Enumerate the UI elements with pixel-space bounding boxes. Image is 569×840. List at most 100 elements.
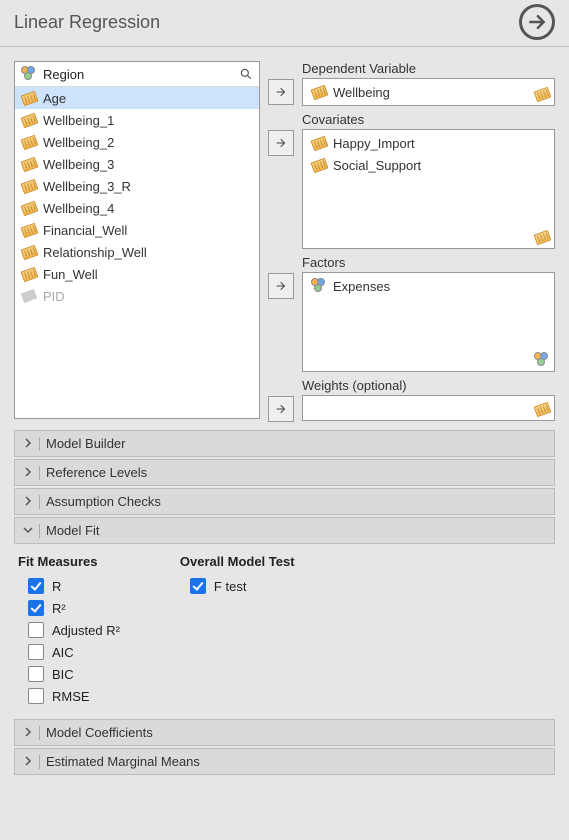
variable-item[interactable]: Wellbeing_2	[15, 131, 259, 153]
nominal-icon	[534, 352, 550, 368]
checkbox-aic[interactable]: AIC	[18, 641, 120, 663]
id-icon	[21, 288, 37, 304]
chevron-right-icon	[23, 436, 33, 451]
checkbox-label: RMSE	[52, 689, 90, 704]
variables-list[interactable]: Region Age Wellbeing_1 Wellbeing_2 Wellbein…	[14, 61, 260, 419]
divider	[39, 726, 40, 740]
checkbox-label: AIC	[52, 645, 74, 660]
factors-label: Factors	[302, 255, 555, 270]
variable-item[interactable]: Age	[15, 87, 259, 109]
slot-item[interactable]: Wellbeing	[305, 81, 552, 103]
continuous-icon	[21, 112, 37, 128]
continuous-icon	[21, 90, 37, 106]
model-fit-panel: Fit Measures R R² Adjusted R² AIC BIC RMSE Over…	[0, 546, 569, 717]
continuous-icon	[21, 156, 37, 172]
variable-name: Wellbeing_1	[43, 113, 253, 128]
variable-name: Wellbeing_3	[43, 157, 253, 172]
variable-item[interactable]: Relationship_Well	[15, 241, 259, 263]
continuous-icon	[21, 222, 37, 238]
checkbox-r-[interactable]: R²	[18, 597, 120, 619]
weights-slot[interactable]	[302, 395, 555, 421]
divider	[39, 495, 40, 509]
variable-name: Wellbeing_3_R	[43, 179, 253, 194]
slot-item-name: Wellbeing	[333, 85, 546, 100]
accordion-reference-levels[interactable]: Reference Levels	[14, 459, 555, 486]
page-title: Linear Regression	[14, 12, 160, 33]
run-button[interactable]	[519, 4, 555, 40]
fit-measures-title: Fit Measures	[18, 554, 120, 569]
continuous-icon	[311, 135, 327, 151]
slot-item-name: Expenses	[333, 279, 546, 294]
checkbox-bic[interactable]: BIC	[18, 663, 120, 685]
checkbox-label: BIC	[52, 667, 74, 682]
arrow-right-icon	[275, 137, 287, 149]
checkbox-icon	[28, 644, 44, 660]
accordion-assumption-checks[interactable]: Assumption Checks	[14, 488, 555, 515]
slot-item-name: Happy_Import	[333, 136, 546, 151]
variable-item[interactable]: Financial_Well	[15, 219, 259, 241]
checkbox-rmse[interactable]: RMSE	[18, 685, 120, 707]
accordion-label: Estimated Marginal Means	[46, 754, 200, 769]
weights-label: Weights (optional)	[302, 378, 555, 393]
accordion-label: Assumption Checks	[46, 494, 161, 509]
move-right-button[interactable]	[268, 273, 294, 299]
factors-slot[interactable]: Expenses	[302, 272, 555, 372]
continuous-icon	[21, 244, 37, 260]
chevron-right-icon	[23, 465, 33, 480]
nominal-icon	[21, 66, 37, 82]
checkbox-r[interactable]: R	[18, 575, 120, 597]
continuous-icon	[311, 84, 327, 100]
covariates-label: Covariates	[302, 112, 555, 127]
slot-item[interactable]: Expenses	[305, 275, 552, 297]
variable-item[interactable]: Fun_Well	[15, 263, 259, 285]
checkbox-icon	[190, 578, 206, 594]
continuous-icon	[21, 178, 37, 194]
continuous-icon	[21, 200, 37, 216]
variables-search-row[interactable]: Region	[15, 62, 259, 87]
move-right-button[interactable]	[268, 396, 294, 422]
accordion-estimated-marginal-means[interactable]: Estimated Marginal Means	[14, 748, 555, 775]
slot-item[interactable]: Social_Support	[305, 154, 552, 176]
continuous-icon	[311, 157, 327, 173]
variable-name: Age	[43, 91, 253, 106]
checkbox-icon	[28, 688, 44, 704]
overall-model-test-title: Overall Model Test	[180, 554, 295, 569]
arrow-right-icon	[527, 12, 547, 32]
chevron-right-icon	[23, 725, 33, 740]
search-icon	[239, 67, 253, 81]
variable-name: Fun_Well	[43, 267, 253, 282]
dependent-label: Dependent Variable	[302, 61, 555, 76]
continuous-icon	[534, 229, 550, 245]
variable-item[interactable]: Wellbeing_3_R	[15, 175, 259, 197]
nominal-icon	[311, 278, 327, 294]
divider	[39, 466, 40, 480]
accordion-model-builder[interactable]: Model Builder	[14, 430, 555, 457]
variable-item[interactable]: Wellbeing_3	[15, 153, 259, 175]
checkbox-icon	[28, 578, 44, 594]
move-right-button[interactable]	[268, 79, 294, 105]
checkbox-adjusted-r-[interactable]: Adjusted R²	[18, 619, 120, 641]
checkbox-icon	[28, 622, 44, 638]
variable-name: Relationship_Well	[43, 245, 253, 260]
checkbox-f-test[interactable]: F test	[180, 575, 295, 597]
accordion-label: Model Builder	[46, 436, 126, 451]
variable-item[interactable]: Wellbeing_4	[15, 197, 259, 219]
slot-item[interactable]: Happy_Import	[305, 132, 552, 154]
divider	[39, 437, 40, 451]
variable-name: Financial_Well	[43, 223, 253, 238]
checkbox-label: R²	[52, 601, 66, 616]
chevron-down-icon	[23, 523, 33, 538]
dependent-slot[interactable]: Wellbeing	[302, 78, 555, 106]
chevron-right-icon	[23, 754, 33, 769]
accordion-model-fit[interactable]: Model Fit	[14, 517, 555, 544]
variable-item[interactable]: Wellbeing_1	[15, 109, 259, 131]
variable-item[interactable]: PID	[15, 285, 259, 307]
chevron-right-icon	[23, 494, 33, 509]
move-right-button[interactable]	[268, 130, 294, 156]
arrow-right-icon	[275, 86, 287, 98]
checkbox-icon	[28, 666, 44, 682]
continuous-icon	[534, 401, 550, 417]
covariates-slot[interactable]: Happy_Import Social_Support	[302, 129, 555, 249]
checkbox-label: F test	[214, 579, 247, 594]
accordion-model-coefficients[interactable]: Model Coefficients	[14, 719, 555, 746]
